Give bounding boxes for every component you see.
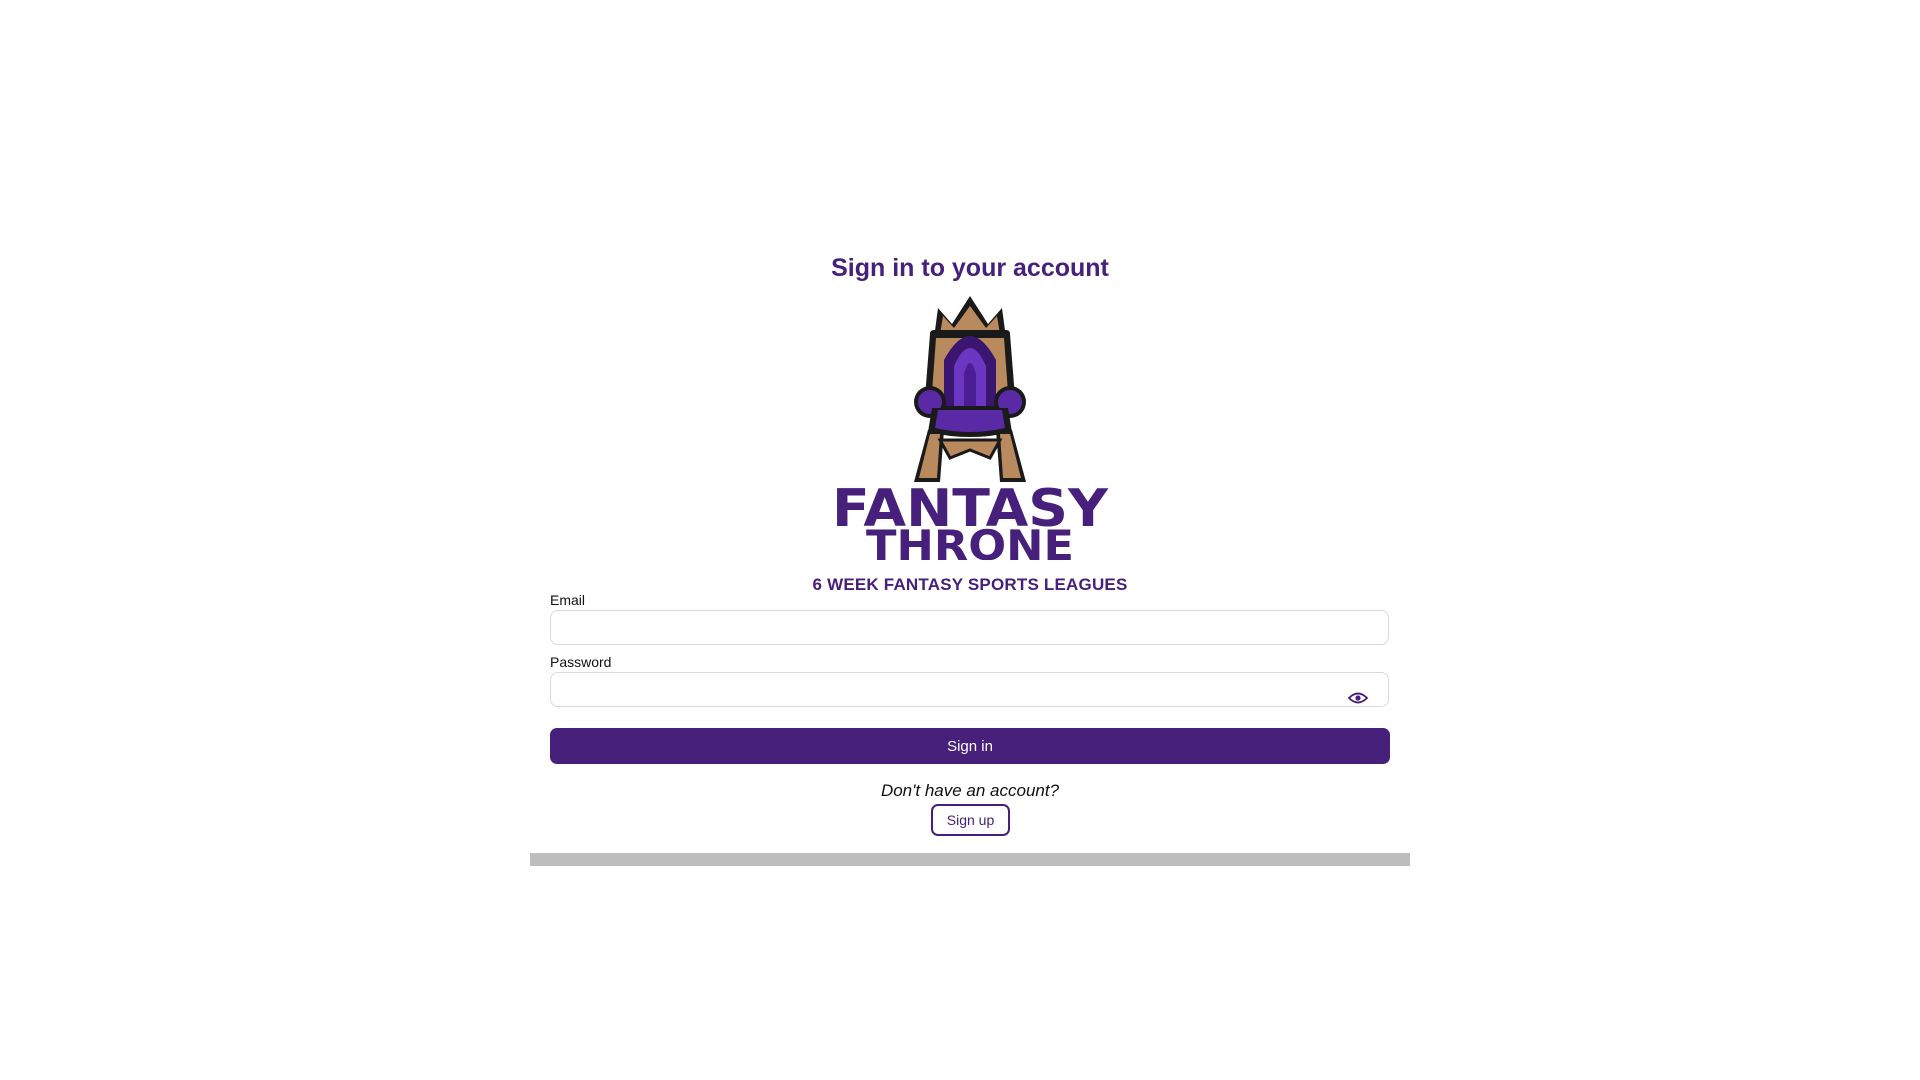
bottom-divider-bar (530, 853, 1410, 866)
email-field[interactable] (550, 610, 1389, 645)
throne-logo-icon (914, 296, 1026, 482)
eye-icon[interactable] (1348, 691, 1368, 705)
tagline: 6 WEEK FANTASY SPORTS LEAGUES (812, 575, 1128, 594)
page-title: Sign in to your account (831, 254, 1109, 282)
sign-in-button[interactable]: Sign in (550, 728, 1390, 764)
email-label: Email (550, 592, 586, 608)
password-label: Password (550, 654, 612, 670)
logo-wordmark-line2: THRONE (866, 521, 1074, 560)
no-account-prompt: Don't have an account? (880, 781, 1060, 800)
sign-up-button[interactable]: Sign up (931, 804, 1010, 836)
fantasy-throne-logo: FANTASY THRONE (832, 296, 1109, 560)
sign-in-page: Sign in to your account FANTASY THRONE 6… (0, 0, 1920, 1080)
password-field[interactable] (550, 672, 1389, 707)
